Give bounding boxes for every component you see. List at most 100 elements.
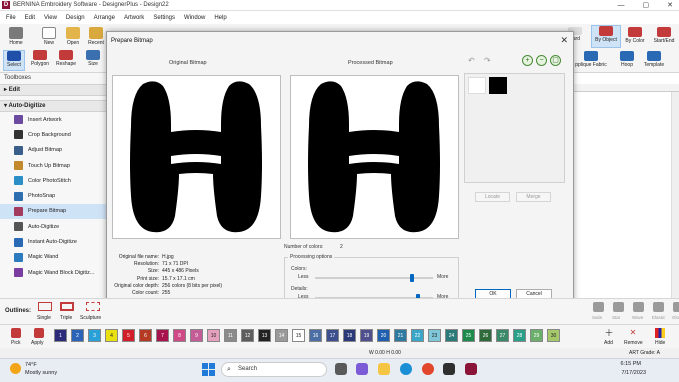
taskbar-search-box[interactable]: ⌕ Search	[221, 362, 327, 377]
menu-view[interactable]: View	[44, 15, 57, 21]
palette-swatch-white[interactable]	[468, 77, 486, 94]
toolbox-item[interactable]: Magic Wand Block Digitiz...	[0, 265, 106, 280]
menu-help[interactable]: Help	[214, 15, 226, 21]
toolbox-item[interactable]: Auto-Digitize	[0, 219, 106, 234]
satin-outline-icon[interactable]	[593, 302, 604, 312]
dialog-close-button[interactable]: ✕	[560, 35, 568, 46]
toolbox-item[interactable]: Crop Background	[0, 127, 106, 142]
color-swatch[interactable]: 3	[88, 329, 101, 342]
recent-button[interactable]: Recent	[85, 27, 107, 46]
home-button[interactable]: Home	[3, 27, 29, 46]
single-outline-icon[interactable]	[38, 302, 52, 311]
redo-icon[interactable]: ↷	[484, 56, 491, 65]
wave-outline-icon[interactable]	[633, 302, 644, 312]
store-icon[interactable]	[443, 363, 455, 375]
reshape-button[interactable]: Reshape	[55, 50, 77, 67]
sun-weather-icon[interactable]	[10, 363, 21, 374]
color-swatch[interactable]: 19	[360, 329, 373, 342]
close-window-button[interactable]: ✕	[667, 0, 673, 11]
by-object-button[interactable]: By Object	[591, 25, 621, 48]
globe-outline-icon[interactable]	[673, 302, 679, 312]
palette-swatch-black[interactable]	[489, 77, 507, 94]
color-swatch[interactable]: 15	[292, 329, 305, 342]
edge-browser-icon[interactable]	[400, 363, 412, 375]
color-swatch[interactable]: 26	[479, 329, 492, 342]
color-swatch[interactable]: 12	[241, 329, 254, 342]
hide-icon[interactable]	[655, 328, 665, 338]
colors-slider[interactable]	[315, 277, 433, 279]
remove-icon[interactable]: ✕	[628, 328, 638, 338]
zoom-out-icon[interactable]: −	[536, 55, 547, 66]
menu-artwork[interactable]: Artwork	[124, 15, 144, 21]
menu-arrange[interactable]: Arrange	[94, 15, 115, 21]
vertical-scrollbar[interactable]	[671, 92, 679, 298]
color-swatch[interactable]: 14	[275, 329, 288, 342]
toolbox-item[interactable]: Insert Artwork	[0, 112, 106, 127]
chrome-browser-icon[interactable]	[422, 363, 434, 375]
maximize-button[interactable]: ▢	[643, 0, 650, 11]
menu-file[interactable]: File	[6, 15, 16, 21]
color-swatch[interactable]: 16	[309, 329, 322, 342]
menu-design[interactable]: Design	[66, 15, 85, 21]
menu-settings[interactable]: Settings	[153, 15, 175, 21]
triple-outline-icon[interactable]	[60, 302, 74, 311]
chat-icon[interactable]	[356, 363, 368, 375]
template-button[interactable]: Template	[640, 51, 668, 68]
open-button[interactable]: Open	[62, 27, 84, 46]
color-swatch[interactable]: 13	[258, 329, 271, 342]
toolbox-section-auto-digitize[interactable]: ▾ Auto-Digitize	[0, 100, 106, 112]
toolbox-item[interactable]: Touch Up Bitmap	[0, 158, 106, 173]
color-swatch[interactable]: 21	[394, 329, 407, 342]
file-explorer-icon[interactable]	[378, 363, 390, 375]
toolbox-item[interactable]: Color PhotoStitch	[0, 173, 106, 188]
toolbox-item[interactable]: PhotoSnap	[0, 188, 106, 203]
color-swatch[interactable]: 7	[156, 329, 169, 342]
color-swatch[interactable]: 20	[377, 329, 390, 342]
start-end-button[interactable]: Start/End	[650, 27, 678, 44]
elastic-outline-icon[interactable]	[653, 302, 664, 312]
color-swatch[interactable]: 8	[173, 329, 186, 342]
hoop-button[interactable]: Hoop	[616, 51, 638, 68]
color-swatch[interactable]: 2	[71, 329, 84, 342]
color-swatch[interactable]: 1	[54, 329, 67, 342]
color-swatch[interactable]: 27	[496, 329, 509, 342]
toolbox-item[interactable]: Adjust Bitmap	[0, 143, 106, 158]
size-button[interactable]: Size	[82, 50, 104, 67]
color-swatch[interactable]: 23	[428, 329, 441, 342]
color-swatch[interactable]: 5	[122, 329, 135, 342]
start-menu-icon[interactable]	[202, 363, 215, 376]
color-swatch[interactable]: 11	[224, 329, 237, 342]
color-swatch[interactable]: 10	[207, 329, 220, 342]
bernina-app-icon[interactable]	[465, 363, 477, 375]
toolbox-item[interactable]: Instant Auto-Digitize	[0, 234, 106, 249]
color-swatch[interactable]: 17	[326, 329, 339, 342]
color-swatch[interactable]: 4	[105, 329, 118, 342]
add-icon[interactable]: ＋	[604, 328, 614, 338]
colors-slider-thumb[interactable]	[409, 274, 414, 282]
undo-icon[interactable]: ↶	[468, 56, 475, 65]
apply-icon[interactable]	[34, 328, 44, 338]
color-swatch[interactable]: 25	[462, 329, 475, 342]
toolbox-item[interactable]: Prepare Bitmap	[0, 203, 106, 220]
locate-button[interactable]: Locate	[475, 192, 510, 202]
menu-edit[interactable]: Edit	[25, 15, 35, 21]
zoom-in-icon[interactable]: +	[522, 55, 533, 66]
polygon-button[interactable]: Polygon	[29, 50, 51, 67]
menu-window[interactable]: Window	[184, 15, 205, 21]
color-swatch[interactable]: 9	[190, 329, 203, 342]
color-swatch[interactable]: 22	[411, 329, 424, 342]
pick-icon[interactable]	[11, 328, 21, 338]
sculpture-outline-icon[interactable]	[86, 302, 100, 311]
applique-fabric-button[interactable]: pplique Fabric	[570, 51, 612, 68]
zoom-fit-icon[interactable]: ▢	[550, 55, 561, 66]
by-color-button[interactable]: By Color	[622, 27, 648, 44]
merge-button[interactable]: Merge	[516, 192, 551, 202]
color-swatch[interactable]: 29	[530, 329, 543, 342]
new-button[interactable]: New	[38, 27, 60, 46]
toolbox-section-edit[interactable]: ▸ Edit	[0, 84, 106, 96]
minimize-button[interactable]: —	[618, 0, 625, 11]
star-outline-icon[interactable]	[613, 302, 624, 312]
color-swatch[interactable]: 18	[343, 329, 356, 342]
color-swatch[interactable]: 6	[139, 329, 152, 342]
color-swatch[interactable]: 28	[513, 329, 526, 342]
